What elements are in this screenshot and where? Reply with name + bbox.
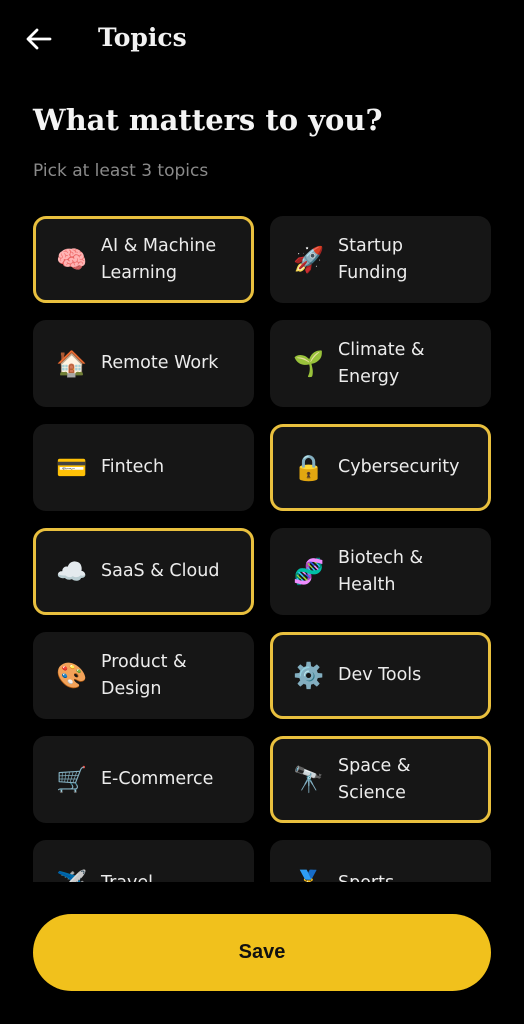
topic-label: Biotech & Health	[338, 547, 424, 595]
arrow-left-icon	[26, 28, 52, 50]
topics-scroll-area[interactable]: 🧠 AI & Machine Learning 🚀 Startup Fundin…	[0, 214, 524, 882]
topic-chip-sports[interactable]: 🏅 Sports	[270, 840, 491, 882]
topic-label: Sports	[338, 870, 394, 882]
topic-chip-travel[interactable]: ✈️ Travel	[33, 840, 254, 882]
topic-chip-startup-funding[interactable]: 🚀 Startup Funding	[270, 216, 491, 303]
topic-label: Product & Design	[101, 651, 187, 699]
save-button[interactable]: Save	[33, 914, 491, 991]
topic-icon: 🎨	[56, 660, 88, 690]
topic-chip-product-design[interactable]: 🎨 Product & Design	[33, 632, 254, 719]
topic-chip-space-science[interactable]: 🔭 Space & Science	[270, 736, 491, 823]
topics-grid: 🧠 AI & Machine Learning 🚀 Startup Fundin…	[33, 216, 491, 882]
topic-icon: 🔭	[293, 764, 325, 794]
topic-label: Space & Science	[338, 755, 411, 803]
topic-chip-climate-energy[interactable]: 🌱 Climate & Energy	[270, 320, 491, 407]
topic-label: E-Commerce	[101, 769, 214, 789]
topic-label: Dev Tools	[338, 665, 422, 685]
app-header: Topics	[0, 0, 524, 78]
page-title: Topics	[98, 23, 187, 52]
back-button[interactable]	[22, 22, 56, 56]
topic-chip-biotech-health[interactable]: 🧬 Biotech & Health	[270, 528, 491, 615]
topic-icon: 💳	[56, 452, 88, 482]
topic-label: AI & Machine Learning	[101, 235, 217, 283]
topic-chip-cybersecurity[interactable]: 🔒 Cybersecurity	[270, 424, 491, 511]
topic-icon: ✈️	[56, 869, 90, 883]
topic-label: Cybersecurity	[338, 457, 460, 477]
topic-icon: ☁️	[56, 556, 88, 586]
topic-label: Fintech	[101, 457, 165, 477]
section-subheading: Pick at least 3 topics	[33, 161, 209, 181]
topic-icon: 🌱	[293, 348, 325, 378]
section-heading: What matters to you?	[33, 103, 383, 137]
topic-label: Travel	[101, 870, 153, 882]
topic-icon: ⚙️	[293, 660, 325, 690]
topic-icon: 🏅	[293, 869, 327, 883]
topic-icon: 🔒	[293, 452, 325, 482]
topic-label: Climate & Energy	[338, 339, 425, 387]
topic-chip-e-commerce[interactable]: 🛒 E-Commerce	[33, 736, 254, 823]
topic-label: Remote Work	[101, 353, 219, 373]
topic-chip-dev-tools[interactable]: ⚙️ Dev Tools	[270, 632, 491, 719]
topic-icon: 🏠	[56, 348, 88, 378]
topic-icon: 🧠	[56, 244, 88, 274]
topic-chip-remote-work[interactable]: 🏠 Remote Work	[33, 320, 254, 407]
topic-icon: 🧬	[293, 556, 325, 586]
topic-label: SaaS & Cloud	[101, 561, 220, 581]
topic-chip-ai-machine-learning[interactable]: 🧠 AI & Machine Learning	[33, 216, 254, 303]
topic-icon: 🚀	[293, 244, 325, 274]
topic-chip-saas-cloud[interactable]: ☁️ SaaS & Cloud	[33, 528, 254, 615]
topic-icon: 🛒	[56, 764, 88, 794]
topic-chip-fintech[interactable]: 💳 Fintech	[33, 424, 254, 511]
topic-label: Startup Funding	[338, 235, 408, 283]
